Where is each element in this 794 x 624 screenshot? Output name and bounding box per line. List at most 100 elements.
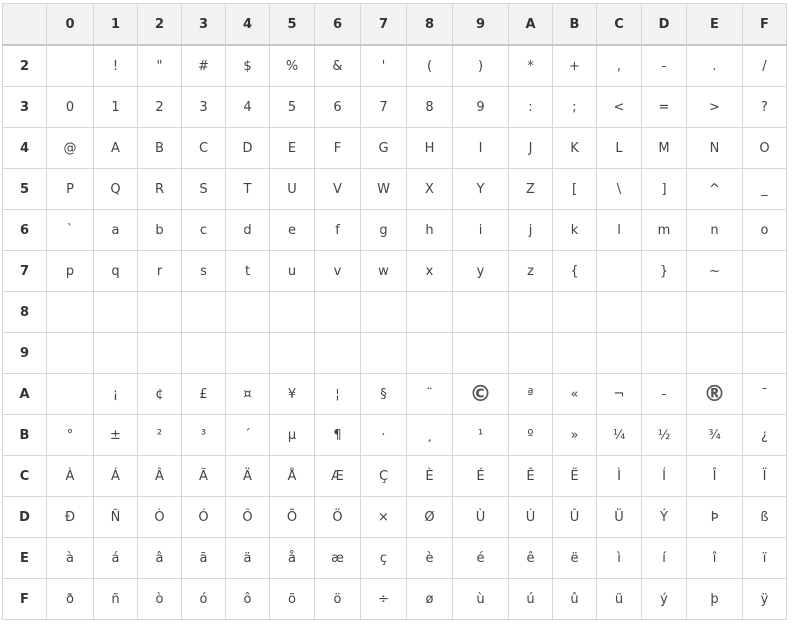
char-cell: í bbox=[641, 537, 687, 579]
column-header-6: 6 bbox=[314, 3, 361, 46]
char-cell: ` bbox=[46, 209, 94, 251]
char-cell: ; bbox=[552, 86, 597, 128]
char-cell: r bbox=[137, 250, 182, 292]
char-cell: " bbox=[137, 44, 182, 87]
char-cell: ÿ bbox=[742, 578, 787, 620]
char-cell: û bbox=[552, 578, 597, 620]
row-header-F: F bbox=[2, 578, 47, 620]
column-header-C: C bbox=[596, 3, 642, 46]
char-cell: ¤ bbox=[225, 373, 270, 415]
char-cell: ¥ bbox=[269, 373, 315, 415]
char-cell: ê bbox=[508, 537, 553, 579]
char-cell: M bbox=[641, 127, 687, 169]
table-row: 6 ` a b c d e f g h i j k l m n o bbox=[2, 209, 787, 251]
char-cell: ÷ bbox=[360, 578, 407, 620]
char-cell: y bbox=[452, 250, 509, 292]
char-cell: Ï bbox=[742, 455, 787, 497]
table-row: 5 P Q R S T U V W X Y Z[\] ^ _ bbox=[2, 168, 787, 210]
char-cell: Ð bbox=[46, 496, 94, 538]
char-cell: , bbox=[596, 44, 642, 87]
char-cell bbox=[181, 332, 226, 374]
char-cell: _ bbox=[742, 168, 787, 210]
char-cell: ß bbox=[742, 496, 787, 538]
char-cell: ¸ bbox=[406, 414, 453, 456]
char-cell: < bbox=[596, 86, 642, 128]
char-cell: 2 bbox=[137, 86, 182, 128]
column-header-D: D bbox=[641, 3, 687, 46]
table-row: 2! " # $% & '() * +, -. / bbox=[2, 44, 787, 87]
column-header-2: 2 bbox=[137, 3, 182, 46]
char-cell: B bbox=[137, 127, 182, 169]
char-cell: ! bbox=[93, 44, 138, 87]
char-cell bbox=[137, 291, 182, 333]
char-cell: t bbox=[225, 250, 270, 292]
char-cell: l bbox=[596, 209, 642, 251]
table-row: A ¡ ¢ £ ¤ ¥ ¦ § ¨ © ª «¬ - ® ¯ bbox=[2, 373, 787, 415]
char-cell: Þ bbox=[686, 496, 743, 538]
char-cell: © bbox=[452, 373, 509, 415]
char-cell: ª bbox=[508, 373, 553, 415]
char-cell: & bbox=[314, 44, 361, 87]
char-cell: g bbox=[360, 209, 407, 251]
char-cell: Æ bbox=[314, 455, 361, 497]
char-cell: æ bbox=[314, 537, 361, 579]
char-cell: ) bbox=[452, 44, 509, 87]
char-cell bbox=[181, 291, 226, 333]
char-cell: u bbox=[269, 250, 315, 292]
char-cell: ¨ bbox=[406, 373, 453, 415]
char-cell: ¡ bbox=[93, 373, 138, 415]
column-header-9: 9 bbox=[452, 3, 509, 46]
char-cell: . bbox=[686, 44, 743, 87]
character-table: 0123456789ABCDEF 2! " # $% & '() * +, -./3 0 1 2 3 4 5… bbox=[2, 3, 787, 620]
char-cell: Ö bbox=[314, 496, 361, 538]
char-cell: + bbox=[552, 44, 597, 87]
char-cell: C bbox=[181, 127, 226, 169]
char-cell: z bbox=[508, 250, 553, 292]
char-cell bbox=[742, 250, 787, 292]
char-cell: é bbox=[452, 537, 509, 579]
char-cell: F bbox=[314, 127, 361, 169]
char-cell: ½ bbox=[641, 414, 687, 456]
char-cell bbox=[452, 291, 509, 333]
char-cell: µ bbox=[269, 414, 315, 456]
char-cell: þ bbox=[686, 578, 743, 620]
char-cell: w bbox=[360, 250, 407, 292]
char-cell: õ bbox=[269, 578, 315, 620]
char-cell: O bbox=[742, 127, 787, 169]
char-cell: ? bbox=[742, 86, 787, 128]
char-cell: K bbox=[552, 127, 597, 169]
char-cell bbox=[314, 291, 361, 333]
char-cell: ~ bbox=[686, 250, 743, 292]
char-cell: º bbox=[508, 414, 553, 456]
table-body: 2! " # $% & '() * +, -./3 0 1 2 3 4 5 6 7 8 9:; < = >? 4 @ A B C D E… bbox=[2, 44, 787, 620]
char-cell: m bbox=[641, 209, 687, 251]
char-cell: ú bbox=[508, 578, 553, 620]
row-header-C: C bbox=[2, 455, 47, 497]
char-cell bbox=[225, 332, 270, 374]
char-cell: ë bbox=[552, 537, 597, 579]
char-cell: ò bbox=[137, 578, 182, 620]
char-cell: c bbox=[181, 209, 226, 251]
char-cell: s bbox=[181, 250, 226, 292]
char-cell: ¯ bbox=[742, 373, 787, 415]
char-cell: ì bbox=[596, 537, 642, 579]
char-cell: R bbox=[137, 168, 182, 210]
column-header-1: 1 bbox=[93, 3, 138, 46]
char-cell: ] bbox=[641, 168, 687, 210]
char-cell: Â bbox=[137, 455, 182, 497]
char-cell: á bbox=[93, 537, 138, 579]
char-cell: p bbox=[46, 250, 94, 292]
char-cell: ¬ bbox=[596, 373, 642, 415]
char-cell: ¾ bbox=[686, 414, 743, 456]
column-header-B: B bbox=[552, 3, 597, 46]
char-cell: A bbox=[93, 127, 138, 169]
char-cell: 9 bbox=[452, 86, 509, 128]
char-cell bbox=[46, 44, 94, 87]
char-cell: J bbox=[508, 127, 553, 169]
char-cell: e bbox=[269, 209, 315, 251]
char-cell: E bbox=[269, 127, 315, 169]
char-cell: 0 bbox=[46, 86, 94, 128]
char-cell bbox=[46, 373, 94, 415]
char-cell: ( bbox=[406, 44, 453, 87]
char-cell bbox=[596, 332, 642, 374]
